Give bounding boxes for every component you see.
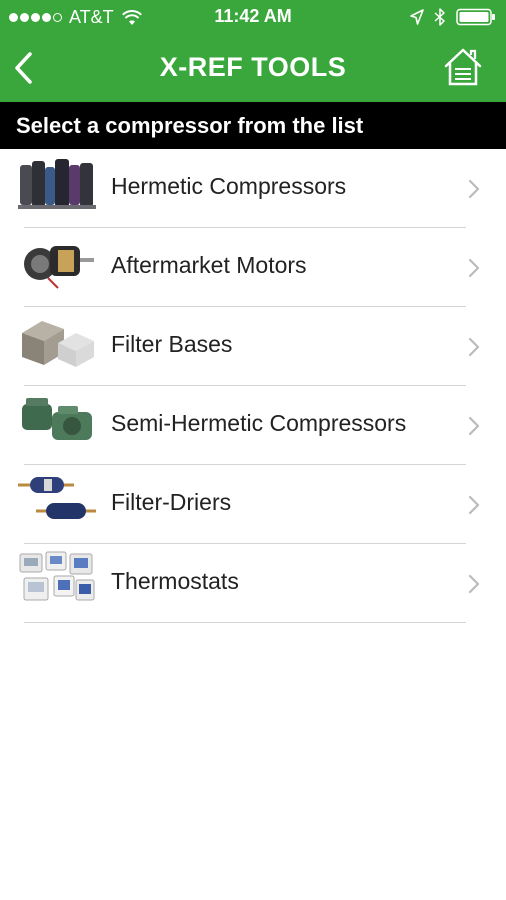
thermostat-thumbnail [19,551,95,601]
page-title: X-REF TOOLS [159,52,347,82]
list-item-thermostats[interactable]: Thermostats [0,544,506,623]
filter-drier-thumbnail [18,477,96,519]
chevron-right-icon [468,258,480,278]
home-button[interactable] [442,46,484,88]
battery-icon [456,8,496,26]
chevron-right-icon [468,574,480,594]
list-item-filter-driers[interactable]: Filter-Driers [0,465,506,544]
chevron-right-icon [468,495,480,515]
status-right [400,8,496,26]
list-item-aftermarket-motors[interactable]: Aftermarket Motors [0,228,506,307]
list-item-hermetic-compressors[interactable]: Hermetic Compressors [0,149,506,228]
semi-hermetic-compressor-thumbnail [22,398,92,440]
list-item-label: Filter-Driers [111,489,232,515]
chevron-right-icon [468,416,480,436]
bluetooth-icon [434,8,446,26]
filter-base-thumbnail [22,321,94,367]
location-arrow-icon [410,9,424,25]
list-item-label: Thermostats [111,568,239,594]
list-item-filter-bases[interactable]: Filter Bases [0,307,506,386]
list-item-label: Aftermarket Motors [111,252,307,278]
list-item-label: Hermetic Compressors [111,173,347,199]
home-icon [444,48,482,86]
list-item-semi-hermetic-compressors[interactable]: Semi-Hermetic Compressors [0,386,506,465]
nav-bar: X-REF TOOLS [0,34,506,102]
motor-thumbnail [24,246,94,289]
list-item-label: Semi-Hermetic Compressors [111,410,407,436]
list-divider [24,622,466,623]
hermetic-compressors-thumbnail [18,159,96,209]
chevron-right-icon [468,179,480,199]
chevron-right-icon [468,337,480,357]
section-banner: Select a compressor from the list [0,102,506,149]
app-header: AT&T 11:42 AM X-REF TOOLS [0,0,506,102]
product-list: Hermetic Compressors Aftermarket Motors [0,149,506,623]
status-bar: AT&T 11:42 AM [0,0,506,34]
list-item-label: Filter Bases [111,331,233,357]
